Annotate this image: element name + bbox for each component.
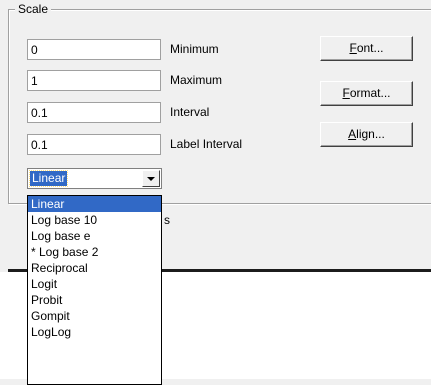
dropdown-option-gompit[interactable]: Gompit bbox=[28, 308, 161, 324]
label-interval-input[interactable]: 0.1 bbox=[27, 134, 161, 155]
minimum-label: Minimum bbox=[170, 42, 219, 56]
scale-type-selected: Linear bbox=[28, 170, 69, 187]
interval-input[interactable]: 0.1 bbox=[27, 102, 161, 123]
dropdown-option-log-base-2[interactable]: * Log base 2 bbox=[28, 244, 161, 260]
format-button-label: ormat... bbox=[349, 86, 391, 100]
dropdown-option-linear[interactable]: Linear bbox=[28, 196, 161, 212]
font-button[interactable]: Font... bbox=[320, 36, 413, 61]
chevron-down-icon[interactable] bbox=[142, 170, 160, 187]
format-button-accel: F bbox=[342, 86, 350, 100]
dropdown-option-reciprocal[interactable]: Reciprocal bbox=[28, 260, 161, 276]
format-button[interactable]: Format... bbox=[320, 81, 413, 106]
obscured-label: s bbox=[164, 213, 170, 227]
dropdown-option-log-base-10[interactable]: Log base 10 bbox=[28, 212, 161, 228]
minimum-input[interactable]: 0 bbox=[27, 39, 161, 60]
font-button-label: ont... bbox=[356, 41, 384, 55]
font-button-accel: F bbox=[349, 41, 357, 55]
align-button-accel: A bbox=[348, 127, 357, 141]
scale-type-dropdown-list[interactable]: Linear Log base 10 Log base e * Log base… bbox=[27, 195, 162, 385]
align-button-label: lign... bbox=[356, 127, 385, 141]
dropdown-option-log-base-e[interactable]: Log base e bbox=[28, 228, 161, 244]
interval-label: Interval bbox=[170, 105, 210, 119]
scale-group-label: Scale bbox=[15, 2, 52, 16]
separator-line bbox=[162, 269, 431, 272]
label-interval-label: Label Interval bbox=[170, 137, 243, 151]
maximum-label: Maximum bbox=[170, 73, 223, 87]
align-button[interactable]: Align... bbox=[320, 122, 413, 147]
dropdown-option-loglog[interactable]: LogLog bbox=[28, 324, 161, 340]
dropdown-option-probit[interactable]: Probit bbox=[28, 292, 161, 308]
separator-line-left bbox=[8, 269, 28, 272]
dropdown-option-logit[interactable]: Logit bbox=[28, 276, 161, 292]
scale-type-combobox[interactable]: Linear bbox=[27, 168, 162, 189]
maximum-input[interactable]: 1 bbox=[27, 70, 161, 91]
